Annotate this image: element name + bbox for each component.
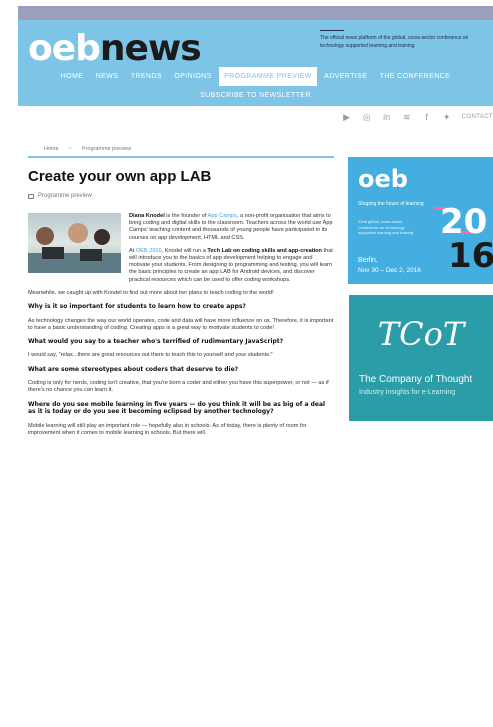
ad-oeb-year-bottom: 16: [448, 236, 493, 276]
image-shape: [36, 227, 54, 245]
youtube-icon[interactable]: ▶: [342, 112, 352, 122]
ad-oeb-dates: Nov 30 – Dec 2, 2016: [358, 267, 421, 274]
app-camps-link[interactable]: App Camps: [208, 213, 237, 219]
nav-home[interactable]: HOME: [56, 70, 89, 83]
main-nav: HOME NEWS TRENDS OPINIONS PROGRAMME PREV…: [18, 67, 493, 86]
ad-oeb-tagline: Shaping the future of learning: [358, 201, 424, 207]
logo-news: news: [99, 28, 202, 69]
article-category[interactable]: Programme preview: [28, 193, 334, 199]
answer-1: As technology changes the way our world …: [28, 317, 334, 331]
company-of-thought-banner[interactable]: TCoT The Company of Thought Industry ins…: [349, 295, 493, 421]
site-tagline: The official news platform of the global…: [320, 30, 480, 50]
text-span: At: [129, 247, 136, 254]
text-span: , Knodel will run a: [161, 247, 208, 254]
lead-in-paragraph: Meanwhile, we caught up with Knodel to f…: [28, 289, 274, 296]
contact-link[interactable]: CONTACT: [462, 114, 493, 120]
answer-3: Coding is only for nerds, coding isn't c…: [28, 380, 329, 394]
image-shape: [42, 247, 64, 259]
image-shape: [80, 249, 102, 261]
nav-news[interactable]: NEWS: [91, 70, 124, 83]
nav-advertise[interactable]: ADVERTISE: [319, 70, 372, 83]
image-shape: [68, 223, 88, 243]
article-image: [28, 213, 121, 273]
tcot-tagline: Industry insights for e-Learning: [359, 389, 456, 396]
site-header: oebnews The official news platform of th…: [18, 6, 493, 106]
tagline-text: The official news platform of the global…: [320, 35, 469, 49]
ad-oeb-description: 22nd global, cross-sector Conference on …: [358, 219, 414, 235]
ad-oeb-logo: oeb: [358, 165, 408, 193]
linkedin-icon[interactable]: in: [382, 112, 392, 122]
nav-trends[interactable]: TRENDS: [126, 70, 167, 83]
question-3: What are some stereotypes about coders t…: [28, 365, 239, 373]
breadcrumb-home[interactable]: Home: [44, 146, 59, 152]
breadcrumb: Home > Programme preview: [28, 142, 334, 158]
folder-icon: [28, 193, 34, 199]
page-title: Create your own app LAB: [28, 168, 212, 185]
tcot-logo: TCoT: [377, 315, 465, 353]
ad-oeb-city: Berlin,: [358, 257, 378, 264]
instagram-icon[interactable]: ◎: [362, 112, 372, 122]
nav-the-conference[interactable]: THE CONFERENCE: [375, 70, 456, 83]
tagline-rule: [320, 30, 344, 31]
facebook-icon[interactable]: f: [422, 112, 432, 122]
question-2: What would you say to a teacher who's te…: [28, 337, 284, 345]
logo-oeb: oeb: [28, 28, 101, 69]
site-logo[interactable]: oebnews: [28, 28, 202, 69]
tech-lab-title: Tech Lab on coding skills and app-creati…: [207, 247, 322, 254]
header-top-band: [18, 6, 493, 20]
breadcrumb-current[interactable]: Programme preview: [82, 146, 131, 152]
oeb-2016-banner[interactable]: oeb Shaping the future of learning 22nd …: [348, 157, 493, 284]
rss-icon[interactable]: ≋: [402, 112, 412, 122]
twitter-icon[interactable]: ✦: [442, 112, 452, 122]
subscribe-newsletter-link[interactable]: SUBSCRIBE TO NEWSLETTER: [18, 92, 493, 99]
question-1: Why is it so important for students to l…: [28, 303, 246, 311]
article: Create your own app LAB Programme previe…: [28, 168, 334, 443]
intro-name: Diana Knodel: [129, 213, 165, 219]
article-category-label: Programme preview: [38, 193, 92, 199]
answer-4: Mobile learning will still play an impor…: [28, 422, 307, 436]
social-bar: ▶ ◎ in ≋ f ✦ CONTACT: [342, 111, 493, 123]
image-shape: [94, 229, 110, 245]
oeb-2016-link[interactable]: OEB 2016: [136, 248, 162, 254]
tcot-company-name: The Company of Thought: [359, 374, 473, 385]
nav-opinions[interactable]: OPINIONS: [169, 70, 216, 83]
nav-programme-preview[interactable]: PROGRAMME PREVIEW: [219, 67, 317, 86]
answer-2: I would say, "relax...there are great re…: [28, 352, 273, 359]
ad-oeb-year-top: 20: [440, 202, 488, 242]
breadcrumb-separator: >: [68, 146, 72, 152]
text-span: is the founder of: [164, 213, 208, 219]
question-4: Where do you see mobile learning in five…: [28, 400, 326, 416]
